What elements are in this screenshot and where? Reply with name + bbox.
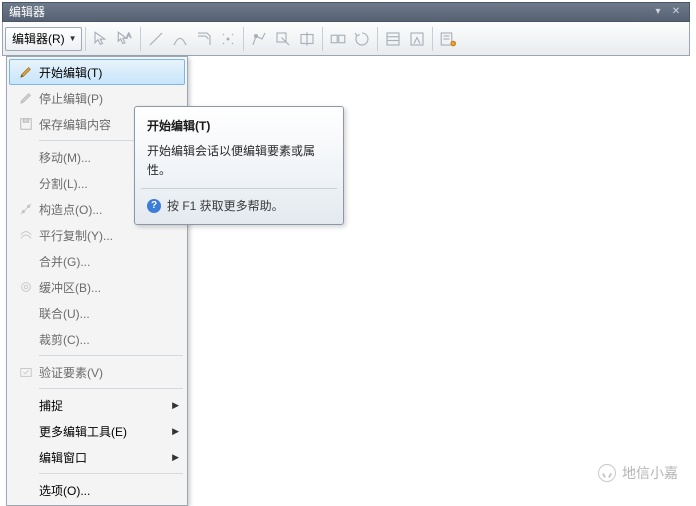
menu-clip[interactable]: 裁剪(C)... [9, 326, 185, 352]
menu-item-label: 联合(U)... [39, 305, 169, 322]
menu-separator [39, 355, 183, 356]
submenu-arrow-icon: ▶ [172, 426, 179, 437]
menu-parallel-copy[interactable]: 平行复制(Y)... [9, 222, 185, 248]
rotate-tool-icon[interactable] [350, 27, 374, 51]
arc-tool-icon[interactable] [168, 27, 192, 51]
toolbar-separator [432, 27, 433, 51]
tooltip-help-text: 按 F1 获取更多帮助。 [167, 197, 284, 214]
pin-icon[interactable]: ▾ [651, 5, 665, 19]
panel-title: 编辑器 [9, 2, 45, 22]
menu-more-tools[interactable]: 更多编辑工具(E)▶ [9, 418, 185, 444]
tooltip-title: 开始编辑(T) [147, 117, 331, 134]
menu-merge[interactable]: 合并(G)... [9, 248, 185, 274]
watermark-text: 地信小嘉 [622, 463, 678, 483]
menu-item-label: 裁剪(C)... [39, 331, 169, 348]
edit-arrow-icon[interactable] [89, 27, 113, 51]
edit-vertices-icon[interactable] [247, 27, 271, 51]
attributes-icon[interactable] [381, 27, 405, 51]
submenu-arrow-icon: ▶ [172, 400, 179, 411]
toolbar: 编辑器(R) ▼ A [2, 22, 690, 56]
menu-item-label: 验证要素(V) [39, 364, 169, 381]
toolbar-separator [243, 27, 244, 51]
cut-polygon-icon[interactable] [295, 27, 319, 51]
watermark: 地信小嘉 [598, 463, 678, 483]
submenu-arrow-icon: ▶ [172, 452, 179, 463]
titlebar-buttons: ▾ ✕ [651, 5, 683, 19]
help-icon: ? [147, 199, 161, 213]
menu-separator [39, 473, 183, 474]
pencil-icon [13, 65, 39, 79]
trace-tool-icon[interactable] [192, 27, 216, 51]
buffer-icon [13, 280, 39, 294]
menu-union[interactable]: 联合(U)... [9, 300, 185, 326]
save-icon [13, 117, 39, 131]
sketch-properties-icon[interactable] [405, 27, 429, 51]
menu-item-label: 开始编辑(T) [39, 64, 169, 81]
editor-panel: 编辑器 ▾ ✕ 编辑器(R) ▼ A [2, 2, 690, 56]
chevron-down-icon: ▼ [67, 34, 79, 43]
construct-points-icon [13, 202, 39, 216]
menu-item-label: 平行复制(Y)... [39, 227, 169, 244]
menu-item-label: 更多编辑工具(E) [39, 423, 169, 440]
reshape-icon[interactable] [271, 27, 295, 51]
tooltip-help: ? 按 F1 获取更多帮助。 [147, 197, 331, 214]
menu-validate[interactable]: 验证要素(V) [9, 359, 185, 385]
tooltip-body: 开始编辑会话以便编辑要素或属性。 [147, 142, 331, 180]
menu-edit-window[interactable]: 编辑窗口▶ [9, 444, 185, 470]
edit-annotation-icon[interactable]: A [113, 27, 137, 51]
menu-item-label: 捕捉 [39, 397, 169, 414]
point-tool-icon[interactable] [216, 27, 240, 51]
menu-options[interactable]: 选项(O)... [9, 477, 185, 503]
menu-item-label: 合并(G)... [39, 253, 169, 270]
split-tool-icon[interactable] [326, 27, 350, 51]
validate-icon [13, 365, 39, 379]
wechat-icon [598, 464, 616, 482]
tooltip-separator [141, 188, 337, 189]
toolbar-separator [140, 27, 141, 51]
toolbar-separator [85, 27, 86, 51]
toolbar-separator [322, 27, 323, 51]
close-icon[interactable]: ✕ [669, 5, 683, 19]
svg-text:A: A [126, 32, 131, 39]
menu-separator [39, 388, 183, 389]
menu-snap[interactable]: 捕捉▶ [9, 392, 185, 418]
line-tool-icon[interactable] [144, 27, 168, 51]
menu-item-label: 停止编辑(P) [39, 90, 169, 107]
editor-dropdown-label: 编辑器(R) [12, 30, 65, 47]
editor-dropdown-button[interactable]: 编辑器(R) ▼ [5, 27, 82, 51]
parallel-icon [13, 228, 39, 242]
menu-item-label: 选项(O)... [39, 482, 169, 499]
panel-titlebar[interactable]: 编辑器 ▾ ✕ [2, 2, 690, 22]
menu-item-label: 缓冲区(B)... [39, 279, 169, 296]
menu-item-label: 编辑窗口 [39, 449, 169, 466]
menu-buffer[interactable]: 缓冲区(B)... [9, 274, 185, 300]
create-features-icon[interactable] [436, 27, 460, 51]
pencil-stop-icon [13, 91, 39, 105]
menu-start-editing[interactable]: 开始编辑(T) [9, 59, 185, 85]
tooltip: 开始编辑(T) 开始编辑会话以便编辑要素或属性。 ? 按 F1 获取更多帮助。 [134, 106, 344, 225]
toolbar-separator [377, 27, 378, 51]
